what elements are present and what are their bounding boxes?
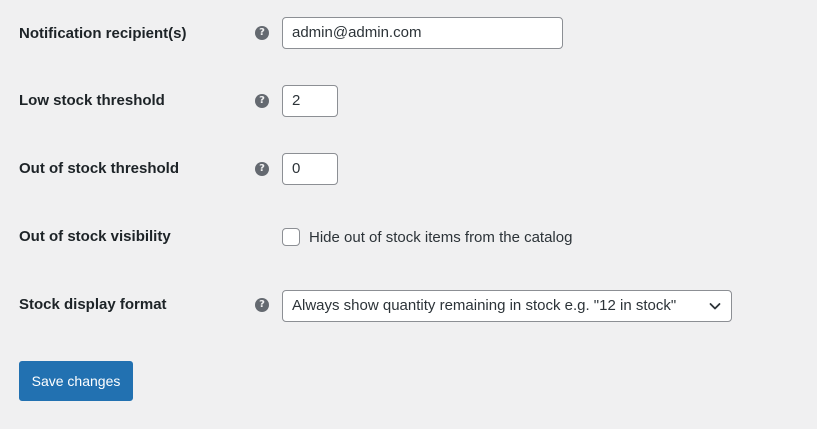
question-circle-icon[interactable]: ?: [255, 26, 269, 40]
out-of-stock-threshold-input[interactable]: 0: [282, 153, 338, 185]
stock-display-format-label: Stock display format: [19, 296, 167, 313]
save-changes-button[interactable]: Save changes: [19, 361, 133, 401]
notification-recipients-input[interactable]: admin@admin.com: [282, 17, 563, 49]
chevron-down-icon: [709, 303, 721, 310]
stock-display-format-selected-value: Always show quantity remaining in stock …: [292, 297, 677, 314]
question-circle-icon[interactable]: ?: [255, 162, 269, 176]
out-of-stock-threshold-label: Out of stock threshold: [19, 160, 180, 177]
low-stock-threshold-label: Low stock threshold: [19, 92, 165, 109]
out-of-stock-visibility-label: Out of stock visibility: [19, 228, 171, 245]
question-circle-icon[interactable]: ?: [255, 298, 269, 312]
question-circle-icon[interactable]: ?: [255, 94, 269, 108]
hide-out-of-stock-checkbox-label[interactable]: Hide out of stock items from the catalog: [309, 229, 572, 246]
notification-recipients-label: Notification recipient(s): [19, 25, 187, 42]
stock-display-format-select[interactable]: Always show quantity remaining in stock …: [282, 290, 732, 322]
hide-out-of-stock-checkbox[interactable]: [282, 228, 300, 246]
low-stock-threshold-input[interactable]: 2: [282, 85, 338, 117]
